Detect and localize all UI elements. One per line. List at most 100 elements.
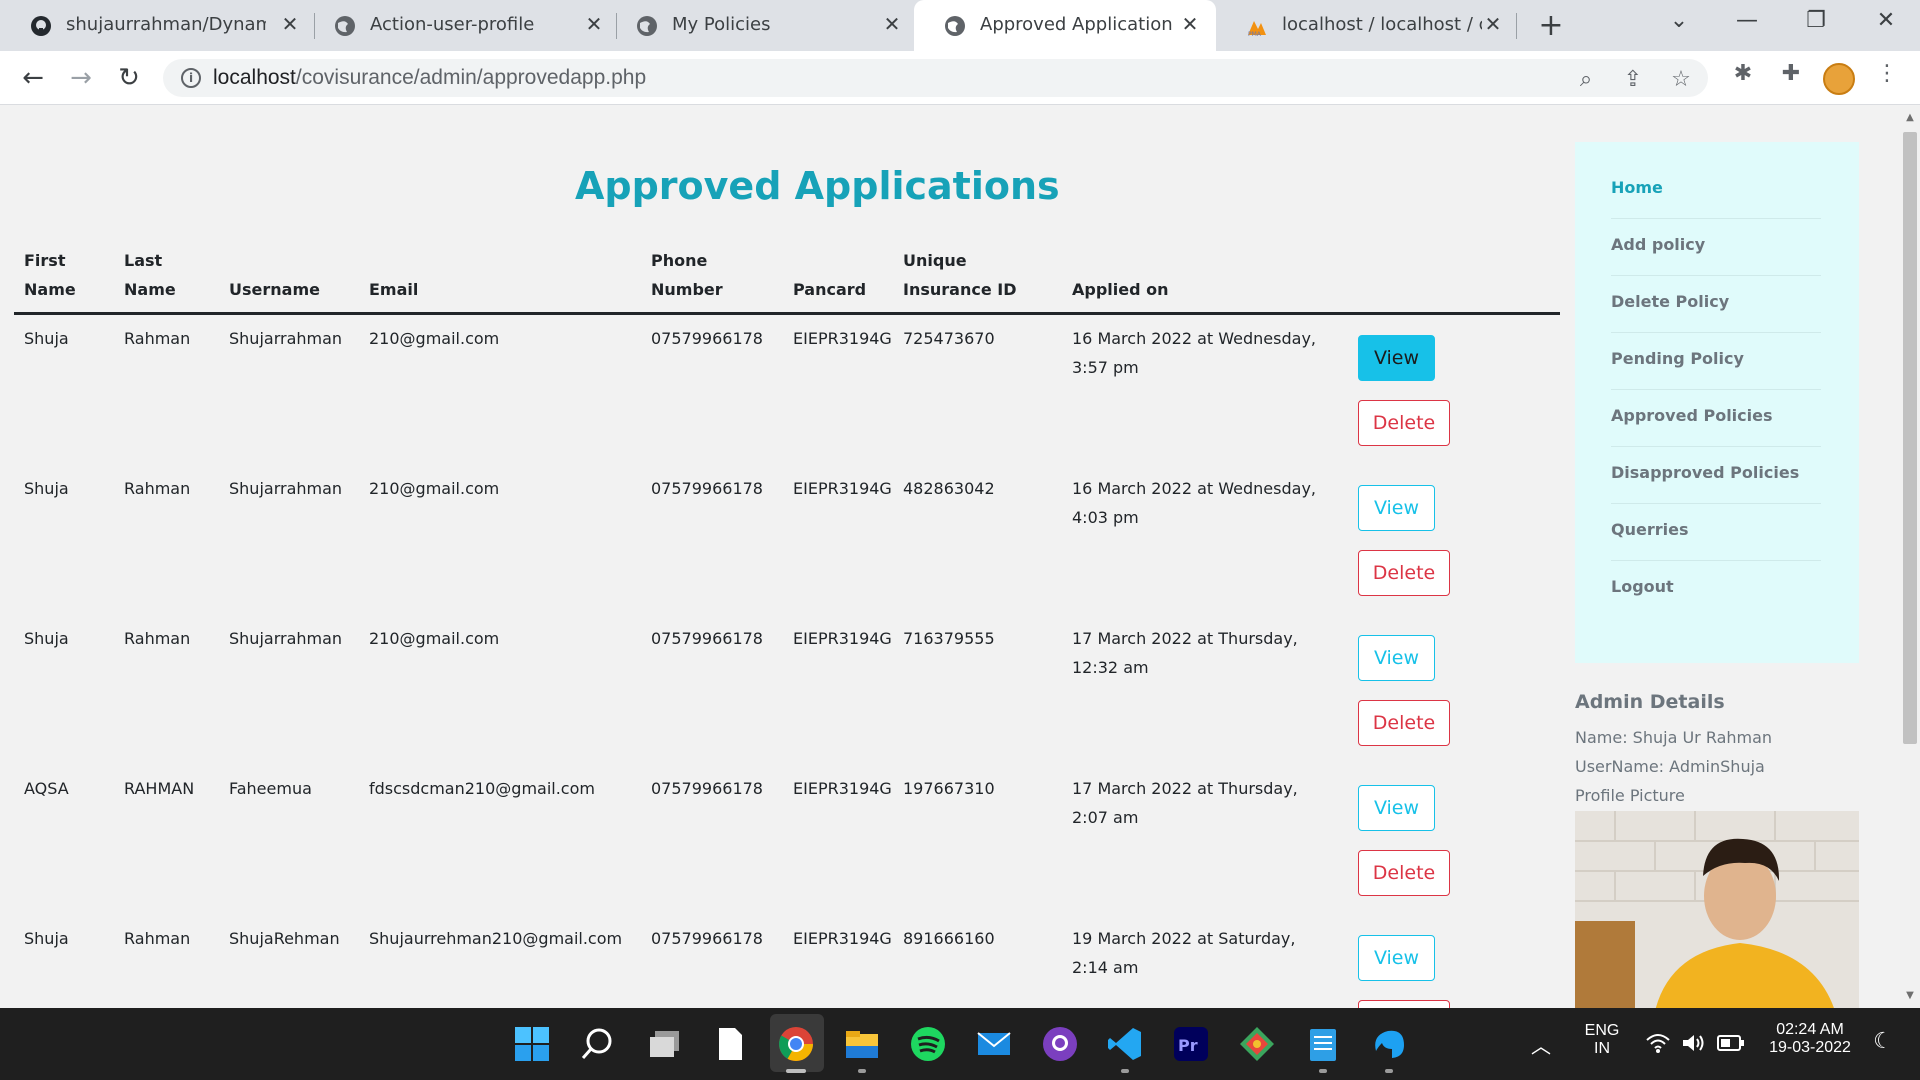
active-indicator [786, 1069, 806, 1073]
sidebar-divider [1611, 389, 1821, 390]
view-button[interactable]: View [1358, 635, 1435, 681]
vscode-icon[interactable] [1106, 1025, 1144, 1063]
minimize-icon[interactable]: — [1727, 8, 1767, 33]
notepad-file-icon[interactable] [711, 1025, 749, 1063]
delete-button[interactable]: Delete [1358, 1000, 1450, 1008]
admin-details-title: Admin Details [1575, 691, 1725, 713]
restore-icon[interactable]: ❐ [1796, 8, 1836, 33]
edge-app-icon[interactable] [1370, 1025, 1408, 1063]
battery-icon[interactable] [1717, 1033, 1745, 1053]
task-view-icon[interactable] [646, 1025, 684, 1063]
git-kraken-icon[interactable] [1238, 1025, 1276, 1063]
view-button[interactable]: View [1358, 335, 1435, 381]
scrollbar-thumb[interactable] [1903, 132, 1917, 744]
tray-chevron-up-icon[interactable]: ︿ [1531, 1030, 1551, 1059]
windows-start-icon[interactable] [513, 1025, 551, 1063]
column-header-insurance-id: Unique Insurance ID [903, 251, 1017, 299]
new-tab-button[interactable]: + [1536, 8, 1566, 43]
delete-button[interactable]: Delete [1358, 550, 1450, 596]
close-icon[interactable]: ✕ [279, 12, 301, 36]
cell-insurance-id: 891666160 [903, 929, 995, 948]
sidebar-item-disapproved-policies[interactable]: Disapproved Policies [1611, 463, 1799, 482]
spotify-icon[interactable] [909, 1025, 947, 1063]
extension-bug-icon[interactable]: ✱ [1729, 61, 1757, 86]
volume-icon[interactable] [1681, 1032, 1707, 1054]
browser-tab-github[interactable]: shujaurrahman/Dynamic-I ✕ [0, 0, 310, 51]
cell-applied-on: 17 March 2022 at Thursday, 12:32 am [1072, 629, 1298, 677]
delete-button[interactable]: Delete [1358, 700, 1450, 746]
forward-arrow-icon[interactable]: → [64, 61, 98, 95]
profile-avatar[interactable] [1823, 63, 1855, 95]
sidebar-divider [1611, 332, 1821, 333]
share-icon[interactable]: ⇪ [1619, 67, 1647, 92]
tab-search-chevron-icon[interactable]: ⌄ [1659, 8, 1699, 33]
tab-label: shujaurrahman/Dynamic-I [66, 14, 266, 35]
wifi-icon[interactable] [1645, 1032, 1671, 1054]
tab-label: My Policies [672, 14, 771, 35]
browser-tab-action-user-profile[interactable]: Action-user-profile ✕ [304, 0, 614, 51]
mail-icon[interactable] [975, 1025, 1013, 1063]
column-header-phone: Phone Number [651, 251, 723, 299]
sidebar-item-approved-policies[interactable]: Approved Policies [1611, 406, 1773, 425]
close-icon[interactable]: ✕ [881, 12, 903, 36]
delete-button[interactable]: Delete [1358, 400, 1450, 446]
cell-first-name: Shuja [24, 479, 69, 498]
cell-email: 210@gmail.com [369, 629, 500, 648]
url-host: localhost [213, 66, 296, 89]
browser-tab-phpmyadmin[interactable]: PMA localhost / localhost / cov ✕ [1216, 0, 1516, 51]
back-arrow-icon[interactable]: ← [16, 61, 50, 95]
bookmark-star-icon[interactable]: ☆ [1667, 67, 1695, 92]
running-indicator [1121, 1069, 1129, 1073]
sidebar-item-pending-policy[interactable]: Pending Policy [1611, 349, 1744, 368]
globe-icon [945, 16, 965, 36]
url-text[interactable]: localhost/covisurance/admin/approvedapp.… [213, 66, 646, 90]
sidebar-item-delete-policy[interactable]: Delete Policy [1611, 292, 1729, 311]
globe-icon [335, 16, 355, 36]
search-icon[interactable] [578, 1025, 616, 1063]
file-explorer-icon[interactable] [843, 1025, 881, 1063]
sidebar-divider [1611, 560, 1821, 561]
view-button[interactable]: View [1358, 785, 1435, 831]
cell-first-name: AQSA [24, 779, 69, 798]
cell-last-name: Rahman [124, 329, 191, 348]
page-content: Approved Applications First Name Last Name… [0, 106, 1900, 1008]
sidebar-item-home[interactable]: Home [1611, 178, 1663, 197]
chrome-icon[interactable] [777, 1025, 815, 1063]
cell-email: fdscsdcman210@gmail.com [369, 779, 595, 798]
scroll-up-arrow-icon[interactable]: ▲ [1904, 112, 1916, 123]
zoom-icon[interactable]: ⌕ [1572, 67, 1600, 92]
premiere-pro-icon[interactable]: Pr [1172, 1025, 1210, 1063]
browser-tab-my-policies[interactable]: My Policies ✕ [606, 0, 906, 51]
column-header-last-name: Last Name [124, 251, 176, 299]
view-button[interactable]: View [1358, 935, 1435, 981]
github-desktop-icon[interactable] [1041, 1025, 1079, 1063]
notepad-icon[interactable] [1304, 1025, 1342, 1063]
clock[interactable]: 02:24 AM 19-03-2022 [1755, 1021, 1865, 1057]
extensions-puzzle-icon[interactable]: ✚ [1777, 61, 1805, 86]
browser-tab-approved-application[interactable]: Approved Application ✕ [914, 0, 1216, 51]
menu-kebab-icon[interactable]: ⋮ [1873, 61, 1901, 86]
site-info-icon[interactable]: i [181, 68, 201, 88]
admin-name: Name: Shuja Ur Rahman [1575, 728, 1773, 747]
close-icon[interactable]: ✕ [1482, 12, 1504, 36]
cell-username: Shujarrahman [229, 479, 343, 498]
language-indicator[interactable]: ENG IN [1574, 1022, 1630, 1058]
cell-email: 210@gmail.com [369, 329, 500, 348]
reload-icon[interactable]: ↻ [112, 61, 146, 95]
scroll-down-arrow-icon[interactable]: ▼ [1904, 990, 1916, 1001]
running-indicator [1385, 1069, 1393, 1073]
sidebar-item-queries[interactable]: Querries [1611, 520, 1688, 539]
view-button[interactable]: View [1358, 485, 1435, 531]
url-path: /covisurance/admin/approvedapp.php [295, 66, 647, 89]
delete-button[interactable]: Delete [1358, 850, 1450, 896]
address-bar[interactable]: i localhost/covisurance/admin/approvedap… [163, 59, 1708, 97]
close-icon[interactable]: ✕ [583, 12, 605, 36]
window-close-icon[interactable]: ✕ [1866, 8, 1906, 33]
running-indicator [858, 1069, 866, 1073]
notification-moon-icon[interactable]: ☾ [1868, 1028, 1898, 1054]
tab-label: Approved Application [980, 14, 1173, 35]
sidebar-item-logout[interactable]: Logout [1611, 577, 1674, 596]
close-icon[interactable]: ✕ [1179, 12, 1201, 36]
cell-pancard: EIEPR3194G [793, 329, 892, 348]
sidebar-item-add-policy[interactable]: Add policy [1611, 235, 1705, 254]
